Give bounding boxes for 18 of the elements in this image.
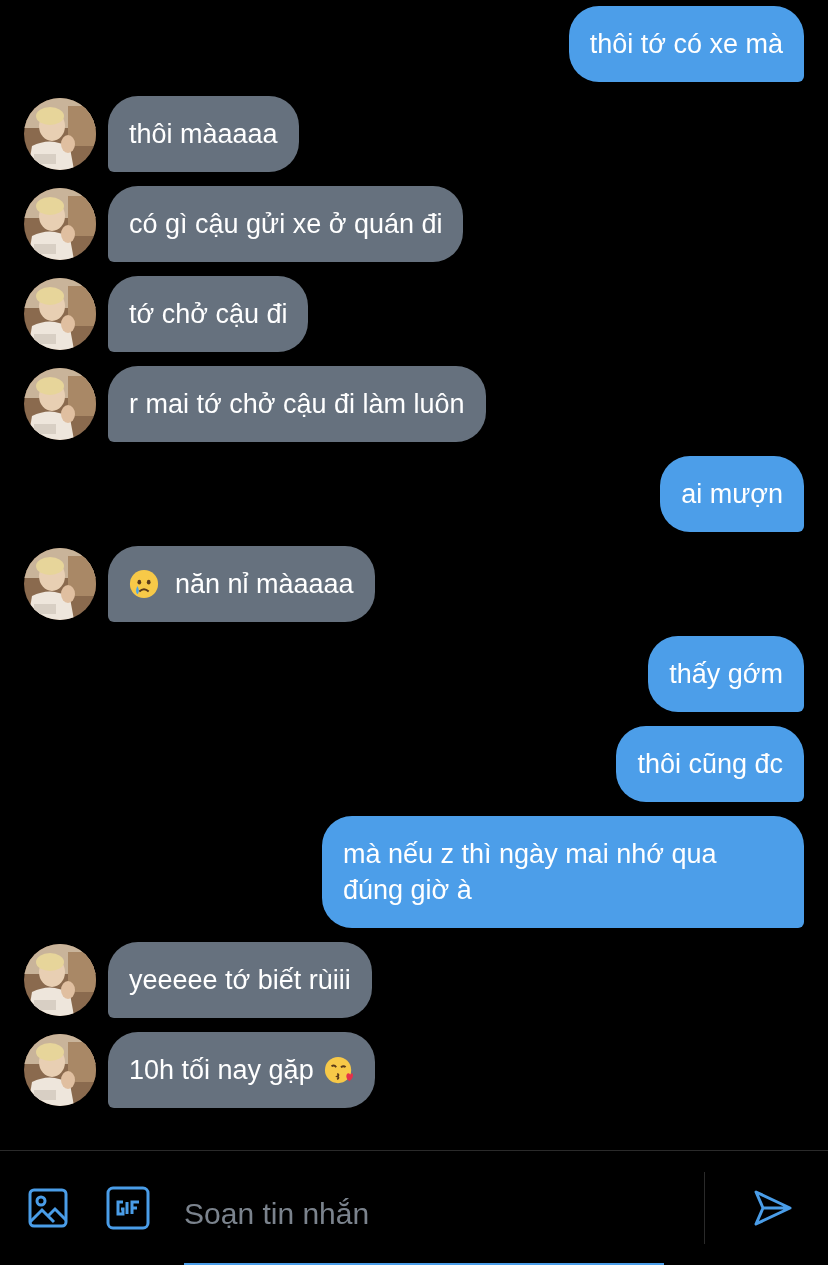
message-bubble: mà nếu z thì ngày mai nhớ qua đúng giờ à (322, 816, 804, 928)
message-bubble: năn nỉ màaaaa (108, 546, 375, 622)
kissing-face-icon (323, 1055, 354, 1085)
crying-face-icon (129, 569, 159, 599)
message-bubble: ai mượn (660, 456, 804, 532)
message-bubble: tớ chở cậu đi (108, 276, 309, 352)
message-input[interactable]: Soạn tin nhắn (184, 1179, 664, 1265)
message-bubble: thấy gớm (648, 636, 804, 712)
message-bubble: r mai tớ chở cậu đi làm luôn (108, 366, 486, 442)
message-bubble: 10h tối nay gặp (108, 1032, 375, 1108)
gif-icon[interactable] (106, 1186, 150, 1230)
message-bubble: có gì cậu gửi xe ở quán đi (108, 186, 464, 262)
message-bubble: thôi màaaaa (108, 96, 299, 172)
message-bubble: thôi tớ có xe mà (568, 6, 804, 82)
image-icon[interactable] (28, 1188, 68, 1228)
message-bubble: thôi cũng đc (616, 726, 804, 802)
send-icon[interactable] (753, 1188, 793, 1228)
message-bubble: yeeeee tớ biết rùiii (108, 942, 372, 1018)
